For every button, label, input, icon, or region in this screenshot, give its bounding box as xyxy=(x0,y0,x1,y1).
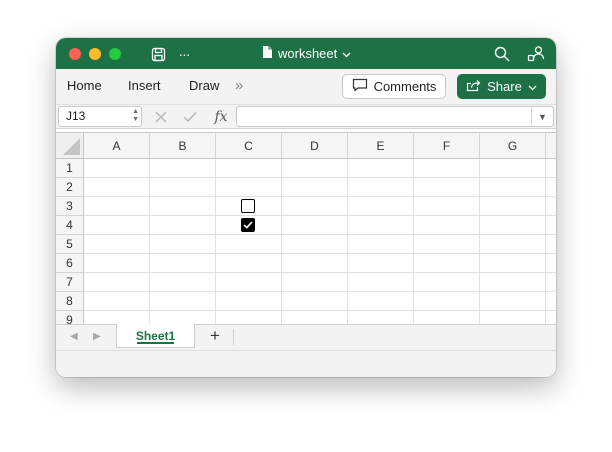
document-title[interactable]: worksheet xyxy=(262,38,351,69)
share-button[interactable]: Share xyxy=(457,74,546,99)
name-box-stepper-icon[interactable]: ▲ ▼ xyxy=(132,108,139,124)
column-header-d[interactable]: D xyxy=(282,133,348,159)
status-bar xyxy=(56,350,556,377)
grid-column-line xyxy=(479,159,480,324)
chevron-down-icon xyxy=(528,79,537,94)
grid-column-line xyxy=(215,159,216,324)
document-icon xyxy=(262,45,273,62)
share-label: Share xyxy=(487,79,522,94)
grid-column-line xyxy=(413,159,414,324)
row-header-9[interactable]: 9 xyxy=(56,311,84,324)
grid-row-line xyxy=(84,272,556,273)
comments-button[interactable]: Comments xyxy=(342,74,446,99)
tab-home[interactable]: Home xyxy=(67,69,102,102)
formula-bar: J13 ▲ ▼ fx ▼ xyxy=(56,104,556,129)
close-window-button[interactable] xyxy=(69,48,81,60)
grid-row-line xyxy=(84,253,556,254)
sheet-tab-label: Sheet1 xyxy=(135,328,176,343)
column-header-overflow[interactable] xyxy=(546,133,556,159)
insert-function-icon[interactable]: fx xyxy=(210,107,232,127)
row-header-2[interactable]: 2 xyxy=(56,178,84,197)
document-title-text: worksheet xyxy=(278,46,338,61)
row-header-7[interactable]: 7 xyxy=(56,273,84,292)
checkmark-icon xyxy=(243,221,253,229)
maximize-window-button[interactable] xyxy=(109,48,121,60)
column-header-f[interactable]: F xyxy=(414,133,480,159)
formula-input[interactable]: ▼ xyxy=(236,106,554,127)
spreadsheet-grid[interactable]: ABCDEFG 123456789 xyxy=(56,132,556,324)
row-header-4[interactable]: 4 xyxy=(56,216,84,235)
name-box-value: J13 xyxy=(66,109,86,123)
enter-check-icon[interactable] xyxy=(181,107,199,127)
select-all-corner[interactable] xyxy=(56,133,84,159)
column-header-b[interactable]: B xyxy=(150,133,216,159)
add-sheet-button[interactable]: + xyxy=(206,326,224,345)
more-icon[interactable]: ··· xyxy=(175,45,193,63)
comments-label: Comments xyxy=(373,79,437,94)
grid-column-line xyxy=(281,159,282,324)
checkbox-c4[interactable] xyxy=(241,218,255,232)
grid-row-line xyxy=(84,291,556,292)
sheet-bar-divider xyxy=(233,329,234,345)
tab-draw[interactable]: Draw xyxy=(189,69,219,102)
cancel-icon[interactable] xyxy=(152,107,170,127)
row-header-6[interactable]: 6 xyxy=(56,254,84,273)
ribbon: Home Insert Draw » Comments Share xyxy=(56,69,556,104)
ribbon-overflow-icon[interactable]: » xyxy=(235,69,243,102)
grid-column-line xyxy=(545,159,546,324)
chevron-down-icon xyxy=(342,46,351,61)
name-box[interactable]: J13 ▲ ▼ xyxy=(58,106,142,127)
sheet-tab-sheet1[interactable]: Sheet1 xyxy=(116,324,195,348)
title-bar: ··· worksheet xyxy=(56,38,556,69)
column-header-g[interactable]: G xyxy=(480,133,546,159)
grid-row-line xyxy=(84,196,556,197)
grid-column-line xyxy=(347,159,348,324)
collaborate-icon[interactable] xyxy=(527,45,545,63)
grid-column-line xyxy=(149,159,150,324)
previous-sheet-icon[interactable]: ◀ xyxy=(70,331,78,342)
minimize-window-button[interactable] xyxy=(89,48,101,60)
comment-icon xyxy=(352,78,368,95)
active-tab-indicator xyxy=(137,342,174,344)
share-icon xyxy=(466,79,481,95)
grid-row-line xyxy=(84,215,556,216)
tab-insert[interactable]: Insert xyxy=(128,69,161,102)
column-header-e[interactable]: E xyxy=(348,133,414,159)
next-sheet-icon[interactable]: ▶ xyxy=(93,331,101,342)
row-header-8[interactable]: 8 xyxy=(56,292,84,311)
row-header-5[interactable]: 5 xyxy=(56,235,84,254)
column-header-c[interactable]: C xyxy=(216,133,282,159)
column-header-a[interactable]: A xyxy=(84,133,150,159)
grid-row-line xyxy=(84,234,556,235)
checkbox-c3[interactable] xyxy=(241,199,255,213)
grid-row-line xyxy=(84,177,556,178)
row-header-1[interactable]: 1 xyxy=(56,159,84,178)
search-icon[interactable] xyxy=(493,45,511,63)
formula-expand-icon[interactable]: ▼ xyxy=(531,107,553,126)
grid-row-line xyxy=(84,310,556,311)
save-icon[interactable] xyxy=(149,45,167,63)
sheet-tab-bar: ◀ ▶ Sheet1 + xyxy=(56,324,556,350)
row-header-3[interactable]: 3 xyxy=(56,197,84,216)
excel-window: ··· worksheet Home Insert Draw » Comment… xyxy=(56,38,556,377)
